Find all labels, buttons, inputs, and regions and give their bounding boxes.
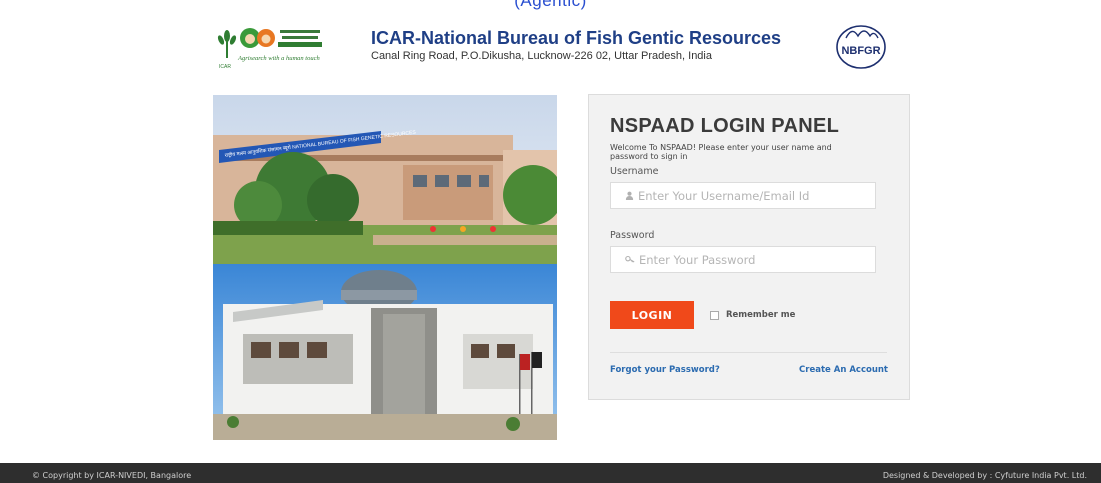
username-placeholder: Enter Your Username/Email Id (638, 188, 810, 203)
user-icon (625, 191, 634, 200)
remember-me[interactable]: Remember me (710, 310, 795, 320)
login-panel: NSPAAD LOGIN PANEL Welcome To NSPAAD! Pl… (588, 94, 910, 400)
divider (610, 352, 887, 353)
building-photo-top: राष्ट्रीय मत्स्य आनुवंशिक संसाधन ब्यूरो … (213, 95, 557, 264)
title-block: ICAR-National Bureau of Fish Gentic Reso… (371, 28, 781, 62)
key-icon (625, 255, 635, 264)
top-banner-partial: (Agentic) (514, 0, 587, 10)
site-title: ICAR-National Bureau of Fish Gentic Reso… (371, 28, 782, 48)
password-placeholder: Enter Your Password (639, 252, 756, 267)
password-label: Password (610, 230, 655, 241)
welcome-text: Welcome To NSPAAD! Please enter your use… (610, 143, 832, 161)
icar-logo: ICAR Agrisearch with a human touch (217, 28, 322, 70)
login-button[interactable]: LOGIN (610, 301, 694, 329)
icar-caption: ICAR (219, 64, 231, 70)
nbfgr-logo-text: NBFGR (841, 45, 880, 57)
remember-me-checkbox[interactable] (710, 310, 719, 320)
username-label: Username (610, 166, 659, 177)
login-panel-title: NSPAAD LOGIN PANEL (610, 115, 840, 137)
password-input[interactable]: Enter Your Password (610, 246, 876, 273)
site-address: Canal Ring Road, P.O.Dikusha, Lucknow-22… (371, 50, 712, 62)
nbfgr-logo: NBFGR (836, 25, 886, 69)
username-input[interactable]: Enter Your Username/Email Id (610, 182, 876, 209)
remember-me-label: Remember me (726, 310, 796, 320)
create-account-link[interactable]: Create An Account (799, 365, 888, 375)
forgot-password-link[interactable]: Forgot your Password? (610, 365, 720, 375)
site-header: ICAR Agrisearch with a human touch ICAR-… (0, 22, 1101, 72)
building-photo-bottom (213, 264, 557, 440)
footer: © Copyright by ICAR-NIVEDI, Bangalore De… (0, 463, 1101, 483)
icar-tagline: Agrisearch with a human touch (237, 55, 320, 62)
